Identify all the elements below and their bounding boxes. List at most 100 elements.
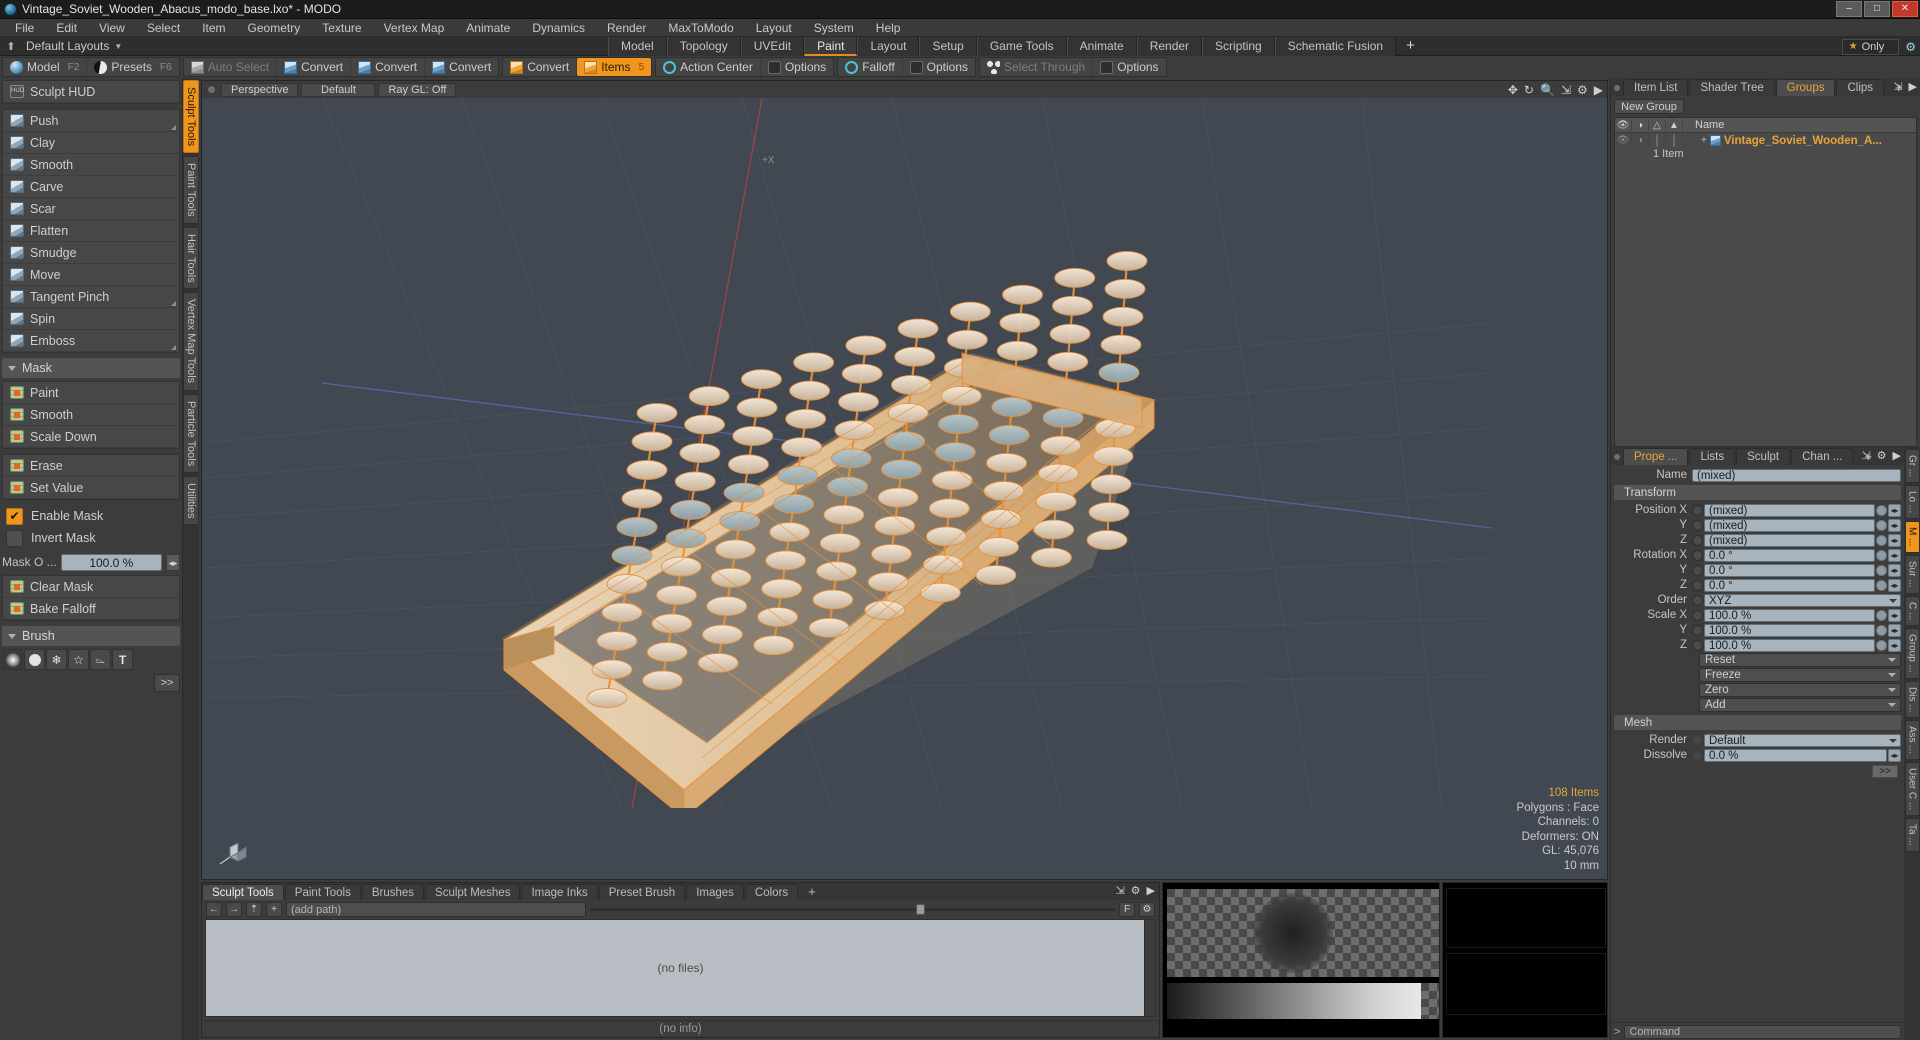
toolbar-button-options[interactable]: Options xyxy=(903,58,975,76)
viewport-shading-dropdown[interactable]: Default xyxy=(301,82,376,97)
forward-icon[interactable]: → xyxy=(226,902,242,917)
right-tab-clips[interactable]: Clips xyxy=(1836,79,1885,96)
properties-vtab-9[interactable]: Ta ... xyxy=(1904,818,1920,853)
transform-0-knob[interactable] xyxy=(1692,504,1703,516)
tool-scar[interactable]: Scar xyxy=(3,198,179,220)
transform-2-knob[interactable] xyxy=(1692,534,1703,546)
layout-tab-render[interactable]: Render xyxy=(1136,37,1203,56)
properties-vtab-4[interactable]: C ... xyxy=(1904,595,1920,626)
home-layout-icon[interactable]: ⬆ xyxy=(0,40,22,53)
layout-tab-game-tools[interactable]: Game Tools xyxy=(976,37,1067,56)
transform-1-row[interactable]: Y (mixed) ◂▸ xyxy=(1614,518,1901,532)
bottom-tab-brushes[interactable]: Brushes xyxy=(361,884,425,900)
properties-vtab-1[interactable]: Lo ... xyxy=(1904,485,1920,520)
render-value[interactable]: Default xyxy=(1704,733,1901,747)
tool-move[interactable]: Move xyxy=(3,264,179,286)
transform-4-stepper[interactable]: ◂▸ xyxy=(1888,563,1901,577)
fit-view-icon[interactable]: ⇲ xyxy=(1561,83,1571,97)
layout-tab-topology[interactable]: Topology xyxy=(666,37,741,56)
tool-clay[interactable]: Clay xyxy=(3,132,179,154)
wire-icon[interactable]: △ xyxy=(1649,119,1666,131)
menu-item-help[interactable]: Help xyxy=(865,19,912,37)
transform-5-mini-knob[interactable] xyxy=(1876,579,1887,591)
scale-2-mini-knob[interactable] xyxy=(1876,639,1887,651)
tool-scale-down[interactable]: Scale Down xyxy=(3,426,179,448)
transform-1-mini-knob[interactable] xyxy=(1876,519,1887,531)
menu-item-select[interactable]: Select xyxy=(136,19,191,37)
toolbar-button-items[interactable]: Items 5 xyxy=(577,58,652,76)
tool-set-value[interactable]: Set Value xyxy=(3,477,179,499)
brush-section-header[interactable]: Brush xyxy=(2,626,180,646)
brush-more-button[interactable]: >> xyxy=(154,674,180,692)
scale-1-row[interactable]: Y 100.0 % ◂▸ xyxy=(1614,623,1901,637)
sculpt-hud-row[interactable]: HUD Sculpt HUD xyxy=(3,81,179,103)
chevron-right-icon[interactable]: ▶ xyxy=(1909,80,1917,93)
layout-tab-layout[interactable]: Layout xyxy=(857,37,920,56)
transform-0-value[interactable]: (mixed) xyxy=(1704,503,1875,517)
expand-icon[interactable]: ⇲ xyxy=(1861,449,1870,462)
properties-vtab-2[interactable]: M ... xyxy=(1904,521,1920,553)
scale-2-row[interactable]: Z 100.0 % ◂▸ xyxy=(1614,638,1901,652)
tool-smooth[interactable]: Smooth xyxy=(3,404,179,426)
procedural-brush-icon[interactable]: ⌳ xyxy=(90,649,111,670)
chevron-right-icon[interactable]: ▶ xyxy=(1893,449,1901,462)
properties-tab-1[interactable]: Lists xyxy=(1689,448,1736,465)
vertical-tab-paint-tools[interactable]: Paint Tools xyxy=(183,156,199,224)
bottom-tab-sculpt-meshes[interactable]: Sculpt Meshes xyxy=(425,884,521,900)
brush-preview-panel[interactable] xyxy=(1162,882,1440,1038)
transform-5-knob[interactable] xyxy=(1692,579,1703,591)
menu-item-layout[interactable]: Layout xyxy=(745,19,803,37)
transform-3-mini-knob[interactable] xyxy=(1876,549,1887,561)
texture-preview-panel[interactable] xyxy=(1442,882,1608,1038)
transform-section-header[interactable]: Transform xyxy=(1614,485,1901,500)
vertical-tab-hair-tools[interactable]: Hair Tools xyxy=(183,226,199,290)
transform-1-stepper[interactable]: ◂▸ xyxy=(1888,518,1901,532)
layout-tab-paint[interactable]: Paint xyxy=(804,37,858,56)
row-eye-icon[interactable]: 👁 xyxy=(1615,135,1632,146)
layout-tab-schematic-fusion[interactable]: Schematic Fusion xyxy=(1274,37,1397,56)
properties-menu-dot-icon[interactable] xyxy=(1614,454,1620,460)
browser-options-gear-icon[interactable]: ⚙ xyxy=(1139,902,1155,917)
tool-tangent-pinch[interactable]: Tangent Pinch xyxy=(3,286,179,308)
properties-vtab-7[interactable]: Ass ... xyxy=(1904,720,1920,761)
scale-0-row[interactable]: Scale X 100.0 % ◂▸ xyxy=(1614,608,1901,622)
transform-3-row[interactable]: Rotation X 0.0 ° ◂▸ xyxy=(1614,548,1901,562)
toolbar-button-auto-select[interactable]: Auto Select xyxy=(184,58,278,76)
menu-item-geometry[interactable]: Geometry xyxy=(237,19,312,37)
transform-4-mini-knob[interactable] xyxy=(1876,564,1887,576)
transform-2-mini-knob[interactable] xyxy=(1876,534,1887,546)
text-brush-icon[interactable]: T xyxy=(112,649,133,670)
tool-push[interactable]: Push xyxy=(3,110,179,132)
properties-tab-0[interactable]: Prope ... xyxy=(1623,448,1689,465)
transform-4-knob[interactable] xyxy=(1692,564,1703,576)
menu-item-maxtomodo[interactable]: MaxToModo xyxy=(657,19,744,37)
transform-4-value[interactable]: 0.0 ° xyxy=(1704,563,1875,577)
properties-vtab-8[interactable]: User C ... xyxy=(1904,762,1920,817)
scale-2-stepper[interactable]: ◂▸ xyxy=(1888,638,1901,652)
toolbar-button-options[interactable]: Options xyxy=(761,58,833,76)
tool-smooth[interactable]: Smooth xyxy=(3,154,179,176)
menu-item-view[interactable]: View xyxy=(88,19,136,37)
toolbar-button-model[interactable]: Model F2 xyxy=(3,58,88,76)
transform-button-zero[interactable]: Zero xyxy=(1699,683,1901,697)
toolbar-button-convert[interactable]: Convert xyxy=(277,58,352,76)
viewport-menu-dot-icon[interactable] xyxy=(208,86,215,93)
scale-2-knob[interactable] xyxy=(1692,639,1703,651)
dissolve-stepper[interactable]: ◂▸ xyxy=(1888,748,1901,762)
toolbar-button-convert[interactable]: Convert xyxy=(503,58,578,76)
bottom-tab-sculpt-tools[interactable]: Sculpt Tools xyxy=(202,884,284,900)
transform-5-row[interactable]: Z 0.0 ° ◂▸ xyxy=(1614,578,1901,592)
eye-icon[interactable]: 👁 xyxy=(1615,119,1632,131)
layout-tab-animate[interactable]: Animate xyxy=(1066,37,1137,56)
scale-0-stepper[interactable]: ◂▸ xyxy=(1888,608,1901,622)
name-value[interactable]: (mixed) xyxy=(1692,468,1901,482)
tool-emboss[interactable]: Emboss xyxy=(3,330,179,352)
menu-item-item[interactable]: Item xyxy=(191,19,236,37)
star-brush-icon[interactable]: ☆ xyxy=(68,649,89,670)
path-input[interactable]: (add path) xyxy=(286,902,586,917)
enable-mask-row[interactable]: ✔ Enable Mask xyxy=(2,505,180,527)
tool-erase[interactable]: Erase xyxy=(3,455,179,477)
bottom-tab-image-inks[interactable]: Image Inks xyxy=(521,884,598,900)
menu-item-animate[interactable]: Animate xyxy=(455,19,521,37)
minimize-button[interactable]: – xyxy=(1836,1,1862,17)
